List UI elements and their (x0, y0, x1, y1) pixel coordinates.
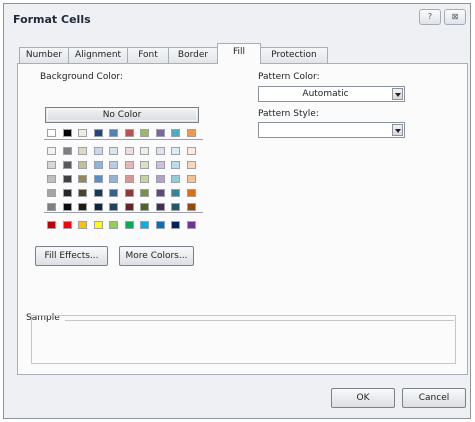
tab-protection[interactable]: Protection (260, 47, 328, 63)
background-color-label: Background Color: (40, 72, 123, 82)
color-swatch[interactable] (140, 175, 149, 183)
color-swatch[interactable] (78, 189, 87, 197)
color-swatch[interactable] (109, 129, 118, 137)
color-swatch[interactable] (109, 189, 118, 197)
color-swatch[interactable] (171, 147, 180, 155)
color-swatch[interactable] (171, 221, 180, 229)
color-swatch[interactable] (62, 129, 72, 137)
color-swatch[interactable] (78, 203, 87, 211)
color-swatch[interactable] (140, 203, 149, 211)
tab-font[interactable]: Font (127, 47, 169, 63)
no-color-button[interactable]: No Color (45, 107, 199, 123)
color-swatch[interactable] (186, 221, 196, 229)
color-swatch[interactable] (47, 221, 56, 229)
color-swatch[interactable] (47, 161, 56, 169)
pattern-color-dropdown[interactable]: Automatic (258, 86, 405, 102)
color-swatch[interactable] (186, 189, 196, 197)
color-swatch[interactable] (140, 221, 149, 229)
color-swatch[interactable] (109, 175, 118, 183)
fill-effects-button[interactable]: Fill Effects... (35, 246, 108, 266)
color-swatch[interactable] (140, 161, 149, 169)
tab-alignment[interactable]: Alignment (68, 47, 128, 63)
chevron-down-icon[interactable] (392, 124, 403, 136)
tab-border[interactable]: Border (168, 47, 218, 63)
color-swatch[interactable] (155, 189, 165, 197)
fill-tab-panel: Background Color: No Color Fill Effects.… (17, 63, 468, 375)
color-swatch[interactable] (78, 161, 87, 169)
color-swatch[interactable] (171, 161, 180, 169)
color-swatch[interactable] (186, 129, 196, 137)
color-swatch[interactable] (171, 203, 180, 211)
color-swatch[interactable] (140, 189, 149, 197)
color-swatch[interactable] (140, 129, 149, 137)
color-swatch[interactable] (186, 161, 196, 169)
color-swatch[interactable] (171, 175, 180, 183)
pattern-color-label: Pattern Color: (258, 72, 320, 82)
pattern-color-value: Automatic (302, 89, 349, 99)
color-swatch[interactable] (62, 147, 72, 155)
color-swatch[interactable] (155, 147, 165, 155)
color-swatch[interactable] (62, 175, 72, 183)
cancel-button[interactable]: Cancel (402, 388, 466, 408)
close-icon[interactable]: ⊠ (444, 9, 466, 25)
color-swatch[interactable] (62, 161, 72, 169)
color-swatch[interactable] (109, 221, 118, 229)
color-swatch[interactable] (78, 147, 87, 155)
color-swatch[interactable] (62, 221, 72, 229)
color-swatch[interactable] (155, 175, 165, 183)
color-swatch[interactable] (171, 129, 180, 137)
ok-button[interactable]: OK (331, 388, 395, 408)
chevron-down-icon[interactable] (392, 88, 403, 100)
help-icon[interactable]: ? (419, 9, 441, 25)
format-cells-dialog: Format Cells ? ⊠ Number Alignment Font B… (3, 3, 471, 419)
color-swatch[interactable] (155, 221, 165, 229)
sample-preview (31, 315, 456, 364)
color-swatch[interactable] (93, 147, 103, 155)
color-swatch[interactable] (140, 147, 149, 155)
color-swatch[interactable] (93, 175, 103, 183)
color-swatch[interactable] (62, 189, 72, 197)
color-swatch[interactable] (93, 221, 103, 229)
color-swatch[interactable] (109, 161, 118, 169)
color-swatch[interactable] (93, 161, 103, 169)
color-swatch[interactable] (47, 189, 56, 197)
color-swatch[interactable] (155, 129, 165, 137)
tab-fill[interactable]: Fill (217, 43, 261, 64)
color-swatch[interactable] (124, 129, 134, 137)
color-swatch[interactable] (78, 129, 87, 137)
more-colors-button[interactable]: More Colors... (119, 246, 194, 266)
color-swatch[interactable] (47, 175, 56, 183)
color-swatch[interactable] (93, 189, 103, 197)
pattern-style-dropdown[interactable] (258, 122, 405, 138)
color-swatch[interactable] (78, 175, 87, 183)
color-swatch[interactable] (47, 129, 56, 137)
color-swatch[interactable] (47, 203, 56, 211)
pattern-style-label: Pattern Style: (258, 109, 319, 119)
color-swatch[interactable] (124, 147, 134, 155)
color-swatch[interactable] (155, 203, 165, 211)
color-swatch[interactable] (155, 161, 165, 169)
color-swatch[interactable] (62, 203, 72, 211)
color-swatch[interactable] (186, 147, 196, 155)
color-swatch[interactable] (109, 203, 118, 211)
tab-number[interactable]: Number (19, 47, 69, 63)
palette-divider (44, 139, 203, 140)
color-swatch[interactable] (78, 221, 87, 229)
color-swatch[interactable] (124, 221, 134, 229)
color-swatch[interactable] (124, 175, 134, 183)
palette-divider (44, 212, 203, 213)
dialog-title: Format Cells (13, 13, 91, 26)
color-swatch[interactable] (186, 203, 196, 211)
color-swatch[interactable] (186, 175, 196, 183)
color-swatch[interactable] (124, 189, 134, 197)
color-swatch[interactable] (124, 161, 134, 169)
color-swatch[interactable] (171, 189, 180, 197)
color-swatch[interactable] (124, 203, 134, 211)
color-swatch[interactable] (93, 129, 103, 137)
color-swatch[interactable] (109, 147, 118, 155)
color-swatch[interactable] (47, 147, 56, 155)
color-swatch[interactable] (93, 203, 103, 211)
